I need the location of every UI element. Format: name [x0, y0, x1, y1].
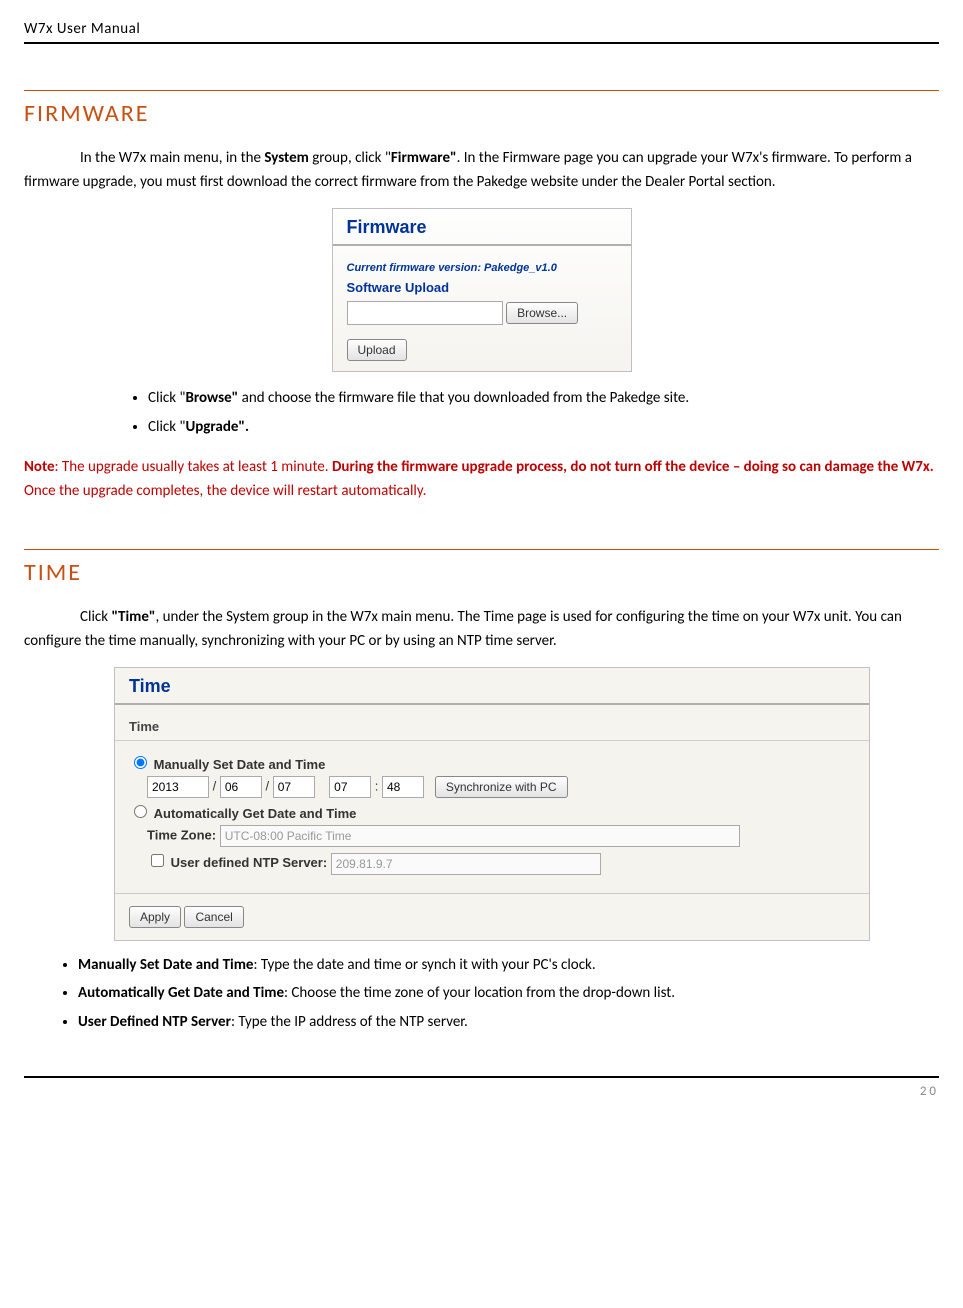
text: Click " — [148, 389, 185, 407]
time-legend: Time — [129, 719, 855, 734]
auto-time-radio[interactable] — [134, 805, 147, 818]
firmware-version: Current firmware version: Pakedge_v1.0 — [347, 262, 603, 274]
list-item: Click "Browse" and choose the firmware f… — [148, 384, 939, 413]
time-bullets: Manually Set Date and Time: Type the dat… — [54, 951, 939, 1037]
text: Once the upgrade completes, the device w… — [24, 482, 426, 500]
text: Note — [24, 458, 55, 476]
text: and choose the firmware file that you do… — [238, 389, 689, 407]
firmware-panel-title: Firmware — [333, 209, 631, 246]
firmware-heading: FIRMWARE — [24, 99, 939, 128]
time-actions: Apply Cancel — [115, 894, 869, 940]
browse-button[interactable]: Browse... — [506, 302, 578, 324]
firmware-intro: In the W7x main menu, in the System grou… — [24, 146, 939, 194]
timezone-select[interactable] — [220, 825, 740, 847]
time-heading: TIME — [24, 558, 939, 587]
text: System — [264, 149, 308, 167]
text: Click " — [148, 418, 185, 436]
text: Upgrade". — [185, 418, 249, 436]
page-header: W7x User Manual — [24, 20, 939, 44]
cancel-button[interactable]: Cancel — [184, 906, 243, 928]
text: In the W7x main menu, in the — [80, 149, 264, 167]
upload-button[interactable]: Upload — [347, 339, 407, 361]
day-input[interactable] — [273, 776, 315, 798]
hour-input[interactable] — [329, 776, 371, 798]
text: Manually Set Date and Time — [78, 956, 253, 974]
ntp-checkbox[interactable] — [151, 854, 164, 867]
section-divider — [24, 90, 939, 91]
time-panel: Time Time Manually Set Date and Time / /… — [114, 667, 870, 941]
timezone-label: Time Zone: — [147, 827, 216, 842]
time-group: Manually Set Date and Time / / : Synchro… — [115, 740, 869, 894]
text: During the firmware upgrade process, do … — [332, 458, 934, 476]
section-divider — [24, 549, 939, 550]
page-number: 20 — [920, 1084, 939, 1099]
page-footer: 20 — [24, 1076, 939, 1099]
minute-input[interactable] — [382, 776, 424, 798]
month-input[interactable] — [220, 776, 262, 798]
time-intro: Click "Time", under the System group in … — [24, 605, 939, 653]
header-title: W7x User Manual — [24, 20, 140, 38]
ntp-label: User defined NTP Server: — [171, 855, 328, 870]
firmware-file-input[interactable] — [347, 301, 503, 325]
firmware-note: Note: The upgrade usually takes at least… — [24, 455, 939, 503]
list-item: Click "Upgrade". — [148, 413, 939, 442]
text: group, click " — [309, 149, 391, 167]
time-panel-wrap: Time Time Manually Set Date and Time / /… — [114, 667, 870, 941]
manual-time-radio[interactable] — [134, 756, 147, 769]
ntp-input[interactable] — [331, 853, 601, 875]
list-item: Manually Set Date and Time: Type the dat… — [78, 951, 939, 980]
firmware-panel-wrap: Firmware Current firmware version: Paked… — [332, 208, 632, 372]
text: Click — [80, 608, 111, 626]
list-item: Automatically Get Date and Time: Choose … — [78, 979, 939, 1008]
sync-pc-button[interactable]: Synchronize with PC — [435, 776, 568, 798]
auto-time-label: Automatically Get Date and Time — [154, 806, 357, 821]
text: Firmware" — [391, 149, 457, 167]
firmware-panel: Firmware Current firmware version: Paked… — [332, 208, 632, 372]
text: "Time" — [111, 608, 155, 626]
manual-time-label: Manually Set Date and Time — [154, 757, 326, 772]
time-panel-title: Time — [115, 668, 869, 705]
list-item: User Defined NTP Server: Type the IP add… — [78, 1008, 939, 1037]
text: , under the System group in the W7x main… — [24, 608, 902, 650]
year-input[interactable] — [147, 776, 209, 798]
text: : Type the IP address of the NTP server. — [231, 1013, 468, 1031]
text: Browse" — [185, 389, 238, 407]
text: : The upgrade usually takes at least 1 m… — [55, 458, 332, 476]
text: Automatically Get Date and Time — [78, 984, 284, 1002]
text: : Choose the time zone of your location … — [284, 984, 675, 1002]
text: User Defined NTP Server — [78, 1013, 231, 1031]
text: : Type the date and time or synch it wit… — [253, 956, 595, 974]
apply-button[interactable]: Apply — [129, 906, 181, 928]
software-upload-label: Software Upload — [347, 280, 603, 295]
firmware-bullets: Click "Browse" and choose the firmware f… — [124, 384, 939, 441]
